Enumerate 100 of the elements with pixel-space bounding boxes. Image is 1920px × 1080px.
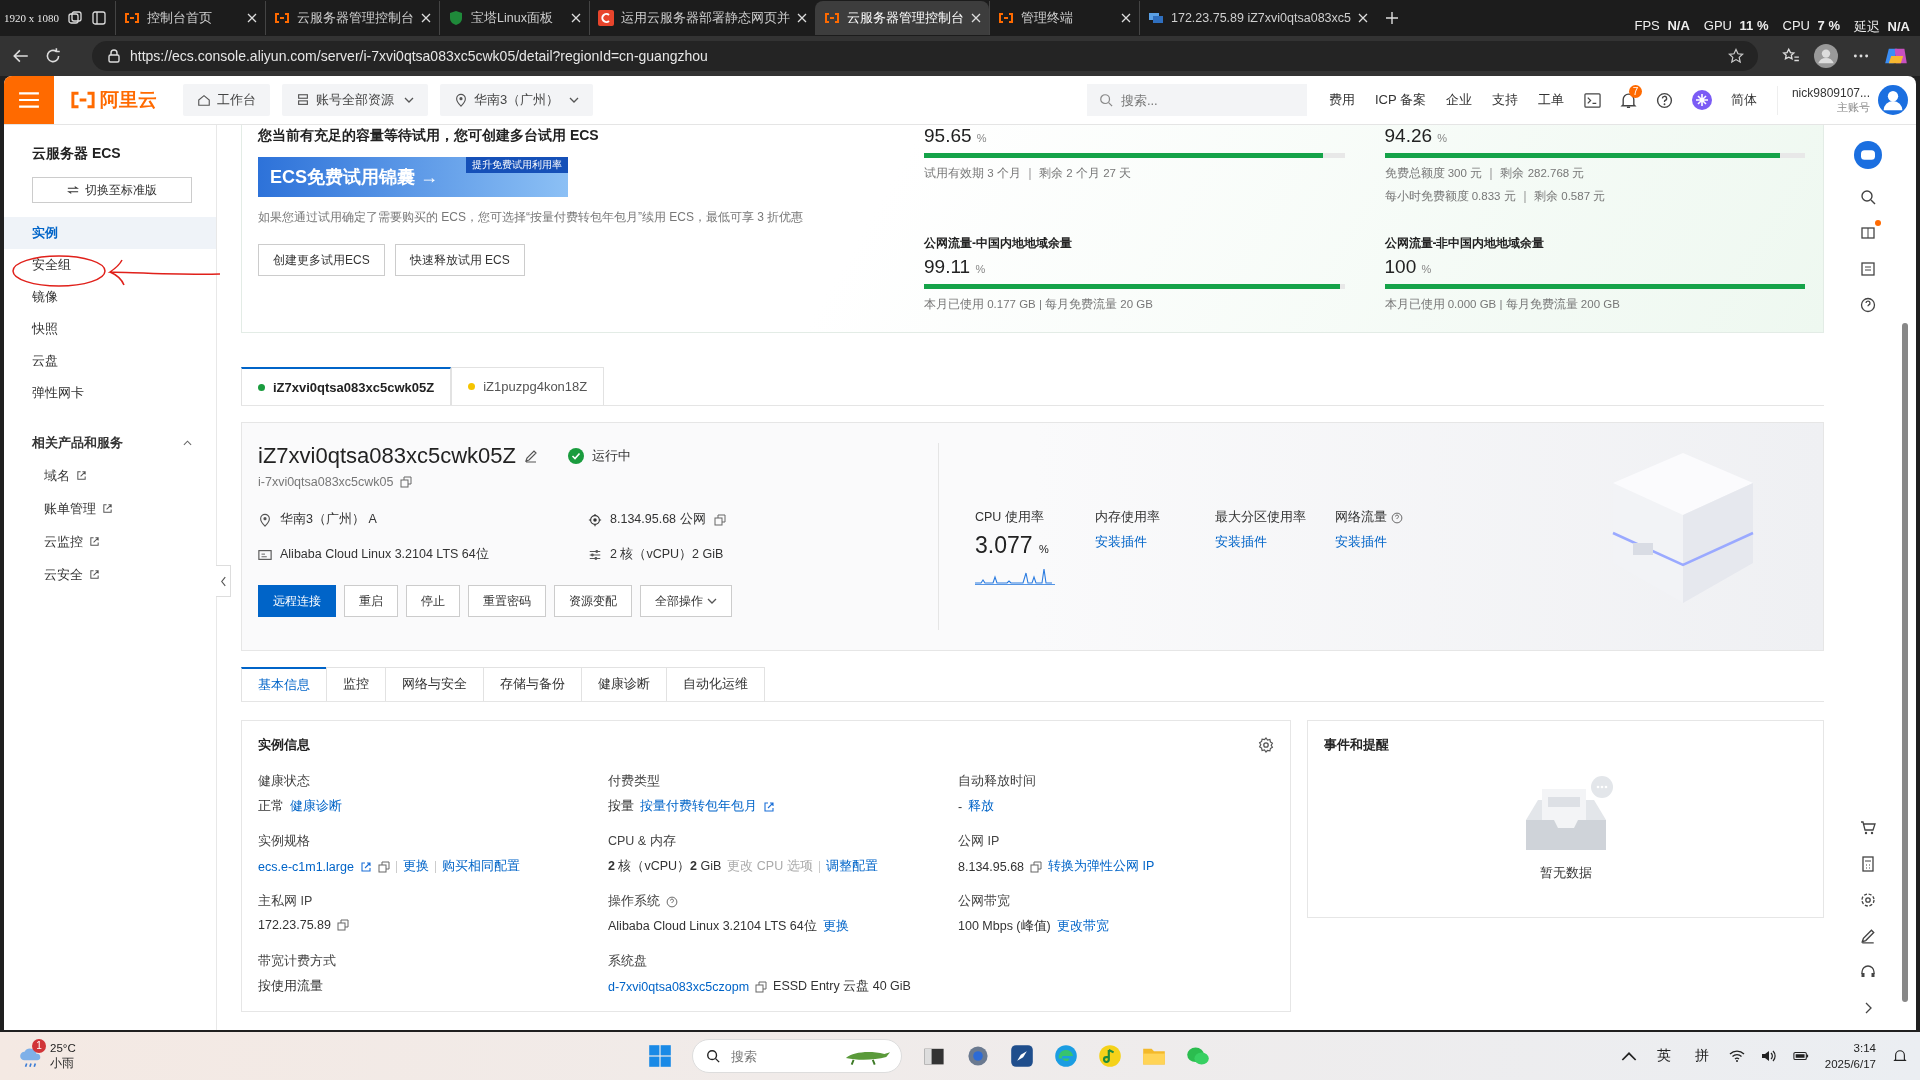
- close-icon[interactable]: [421, 13, 431, 23]
- browser-tab[interactable]: 宝塔Linux面板: [439, 1, 589, 35]
- field-link[interactable]: 释放: [968, 798, 995, 815]
- copy-icon[interactable]: [377, 860, 390, 873]
- edit-icon[interactable]: [1860, 928, 1876, 944]
- book-icon[interactable]: [1860, 225, 1876, 241]
- browser-tab[interactable]: 云服务器管理控制台: [265, 1, 439, 35]
- external-link-icon[interactable]: [359, 860, 372, 873]
- compass-icon[interactable]: [1010, 1044, 1035, 1068]
- input-method-indicator[interactable]: 英: [1656, 1047, 1671, 1065]
- header-link[interactable]: 费用: [1328, 91, 1355, 109]
- back-icon[interactable]: [12, 47, 30, 65]
- new-tab-icon[interactable]: [1384, 10, 1400, 26]
- trial-button[interactable]: 创建更多试用ECS: [258, 244, 385, 276]
- browser-tab[interactable]: 172.23.75.89 iZ7xvi0qtsa083xc5: [1139, 1, 1376, 35]
- cart-icon[interactable]: [1860, 820, 1876, 836]
- task-view-icon[interactable]: [67, 10, 83, 26]
- collapse-handle[interactable]: [216, 565, 231, 597]
- language-link[interactable]: 简体: [1730, 91, 1757, 109]
- header-link[interactable]: ICP 备案: [1374, 91, 1426, 109]
- field-link[interactable]: 购买相同配置: [441, 858, 520, 875]
- field-link[interactable]: d-7xvi0qtsa083xc5czopm: [608, 979, 750, 994]
- start-icon[interactable]: [648, 1044, 673, 1068]
- speaker-icon[interactable]: [1760, 1049, 1777, 1063]
- close-icon[interactable]: [1358, 13, 1368, 23]
- related-link[interactable]: 账单管理: [4, 492, 216, 525]
- battery-icon[interactable]: [1792, 1049, 1809, 1063]
- header-link[interactable]: 企业: [1445, 91, 1472, 109]
- address-field[interactable]: https://ecs.console.aliyun.com/server/i-7xvi0qtsa083xc5cwk05/detail?regionId=cn-guangzhou: [92, 41, 1758, 71]
- action-button[interactable]: 全部操作: [640, 585, 732, 617]
- sidebar-item[interactable]: 安全组: [4, 249, 216, 281]
- settings-icon[interactable]: [1258, 737, 1274, 753]
- terminal-icon[interactable]: [1583, 91, 1601, 109]
- close-icon[interactable]: [1121, 13, 1131, 23]
- menu-button[interactable]: [4, 76, 54, 124]
- trial-banner[interactable]: ECS免费试用锦囊 → 提升免费试用利用率: [258, 157, 568, 197]
- search-icon[interactable]: [1860, 189, 1876, 205]
- help-icon[interactable]: [1860, 297, 1876, 313]
- sparkle-icon[interactable]: [1691, 90, 1712, 110]
- field-link[interactable]: 按量付费转包年包月: [640, 798, 757, 815]
- input-method-indicator[interactable]: 拼: [1694, 1047, 1709, 1065]
- assistant-icon[interactable]: [1854, 141, 1882, 169]
- sidebar-item[interactable]: 实例: [4, 217, 216, 249]
- help-icon[interactable]: [1655, 91, 1673, 109]
- external-link-icon[interactable]: [763, 800, 775, 813]
- field-link[interactable]: 更改带宽: [1056, 918, 1109, 935]
- switch-version-button[interactable]: 切换至标准版: [32, 177, 192, 203]
- header-link[interactable]: 支持: [1491, 91, 1518, 109]
- sidebar-item[interactable]: 快照: [4, 313, 216, 345]
- sidebar-toggle-icon[interactable]: [91, 10, 107, 26]
- header-nav-button[interactable]: 账号全部资源: [282, 84, 428, 116]
- profile-icon[interactable]: [1814, 44, 1838, 68]
- header-nav-button[interactable]: 华南3（广州）: [440, 84, 594, 116]
- close-icon[interactable]: [571, 13, 581, 23]
- action-button[interactable]: 远程连接: [258, 585, 336, 617]
- browser-tab[interactable]: 运用云服务器部署静态网页并: [589, 1, 815, 35]
- detail-tab[interactable]: 自动化运维: [666, 667, 765, 701]
- sidebar-item[interactable]: 云盘: [4, 345, 216, 377]
- header-nav-button[interactable]: 工作台: [183, 84, 270, 116]
- avatar-icon[interactable]: [1878, 85, 1908, 115]
- search-field[interactable]: 搜索...: [1086, 84, 1307, 116]
- related-link[interactable]: 域名: [4, 459, 216, 492]
- settings-icon[interactable]: [1860, 892, 1876, 908]
- related-link[interactable]: 云安全: [4, 558, 216, 591]
- copy-icon[interactable]: [1030, 860, 1043, 873]
- account-name[interactable]: nick9809107...: [1791, 85, 1870, 100]
- sidebar-item[interactable]: 镜像: [4, 281, 216, 313]
- browser-tab[interactable]: 管理终端: [989, 1, 1139, 35]
- action-button[interactable]: 资源变配: [554, 585, 632, 617]
- install-plugin-link[interactable]: 安装插件: [1215, 534, 1327, 551]
- action-button[interactable]: 重置密码: [468, 585, 546, 617]
- browser-tab[interactable]: 控制台首页: [115, 1, 265, 35]
- install-plugin-link[interactable]: 安装插件: [1335, 534, 1447, 551]
- edit-icon[interactable]: [524, 449, 538, 463]
- taskbar-search-field[interactable]: 搜索: [692, 1039, 903, 1073]
- install-plugin-link[interactable]: 安装插件: [1095, 534, 1207, 551]
- field-link[interactable]: 更换: [822, 918, 849, 935]
- action-button[interactable]: 重启: [344, 585, 398, 617]
- field-link[interactable]: 转换为弹性公网 IP: [1048, 858, 1155, 875]
- copy-icon[interactable]: [399, 476, 412, 488]
- header-link[interactable]: 工单: [1537, 91, 1564, 109]
- browser-icon[interactable]: [1054, 1044, 1079, 1068]
- reload-icon[interactable]: [44, 47, 62, 65]
- copy-icon[interactable]: [713, 513, 726, 526]
- close-icon[interactable]: [971, 13, 981, 23]
- related-section-header[interactable]: 相关产品和服务: [4, 427, 216, 459]
- copy-icon[interactable]: [755, 980, 768, 993]
- field-link[interactable]: 更换: [402, 858, 429, 875]
- music-note-icon[interactable]: [1098, 1044, 1123, 1068]
- calculator-icon[interactable]: [1860, 856, 1876, 872]
- copy-icon[interactable]: [337, 919, 349, 931]
- wifi-icon[interactable]: [1728, 1049, 1745, 1063]
- instance-tab[interactable]: iZ7xvi0qtsa083xc5cwk05Z: [241, 367, 452, 405]
- sidebar-item[interactable]: 弹性网卡: [4, 377, 216, 409]
- headset-icon[interactable]: [1860, 964, 1876, 980]
- trial-button[interactable]: 快速释放试用 ECS: [394, 244, 525, 276]
- star-icon[interactable]: [1728, 48, 1744, 64]
- field-link[interactable]: 健康诊断: [290, 798, 342, 815]
- related-link[interactable]: 云监控: [4, 525, 216, 558]
- browser-tab[interactable]: 云服务器管理控制台: [815, 1, 989, 35]
